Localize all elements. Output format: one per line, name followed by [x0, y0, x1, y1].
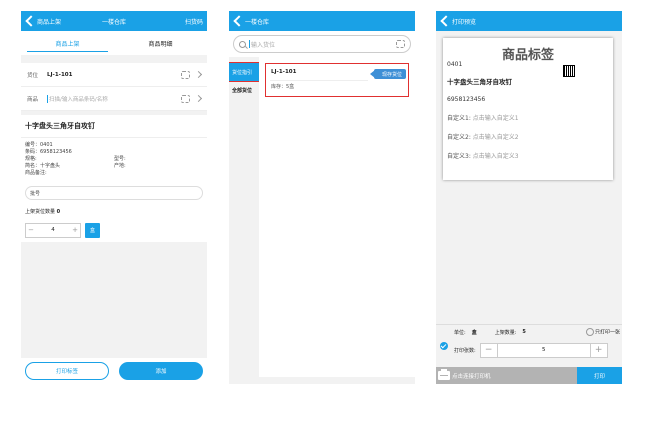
shelf-qty-value: 0	[56, 209, 61, 215]
search-icon	[239, 40, 246, 48]
sidebar-item-guide[interactable]: 货位指引	[229, 62, 260, 82]
print-info-row: 单位: 盒 上架数量: 5 只打印一张	[436, 325, 622, 339]
check-icon[interactable]	[440, 342, 448, 350]
print-preview-screen: 打印预览 商品标签 0401 十字盘头三角牙自攻钉 6958123456 自定义…	[436, 11, 622, 384]
search-placeholder: 输入货位	[251, 41, 276, 49]
sidebar-item-all[interactable]: 全部货位	[229, 81, 259, 99]
back-arrow-icon[interactable]	[440, 15, 450, 27]
minus-icon[interactable]: −	[481, 344, 497, 357]
custom-field-3[interactable]: 自定义3: 点击输入自定义3	[447, 151, 609, 160]
label-barcode: 6958123456	[447, 96, 486, 103]
product-info: 编号：0401 条码：6958123456 规格: 型号: 简名：十字盘头 产地…	[21, 137, 207, 181]
chevron-right-icon[interactable]	[194, 94, 203, 103]
tab-details[interactable]: 商品明细	[114, 31, 207, 55]
bottom-actions: 打印标签 添加	[21, 358, 207, 384]
shelving-screen: 商品上架 一楼仓库 扫货码 商品上架 商品明细 货位 LJ-1-101 商品 扫…	[21, 11, 207, 384]
product-name: 十字盘头三角牙自攻钉	[21, 115, 207, 137]
product-number: 编号：0401	[25, 142, 53, 148]
radio-icon[interactable]	[585, 328, 594, 336]
header-bar: 打印预览	[436, 11, 622, 31]
current-location-tag: 现存货位	[369, 69, 406, 79]
copies-value[interactable]: 5	[496, 343, 591, 357]
unit-button[interactable]: 盒	[85, 222, 100, 238]
product-input[interactable]: 扫描/输入商品条码/名称	[47, 94, 181, 103]
minus-icon[interactable]: −	[26, 226, 36, 234]
qty-label: 上架数量:	[494, 329, 517, 336]
scan-code-button[interactable]: 扫货码	[185, 17, 203, 26]
shelf-qty-line: 上架货位数量 0	[21, 205, 207, 218]
unit-label: 单位:	[454, 329, 466, 336]
product-row[interactable]: 商品 扫描/输入商品条码/名称	[21, 87, 207, 111]
location-list: LJ-1-101 库存：5盒 现存货位	[259, 57, 415, 377]
copies-label: 打印张数:	[454, 347, 476, 354]
back-arrow-icon[interactable]	[25, 15, 35, 27]
label-preview: 商品标签 0401 十字盘头三角牙自攻钉 6958123456 自定义1: 点击…	[443, 38, 613, 180]
location-row[interactable]: 货位 LJ-1-101	[21, 63, 207, 87]
print-label-button[interactable]: 打印标签	[25, 362, 109, 380]
product-barcode: 条码：6958123456	[25, 149, 72, 155]
print-bottom-bar: 点击连接打印机 打印	[436, 367, 622, 384]
header-bar: 一楼仓库	[229, 11, 415, 31]
custom-field-1[interactable]: 自定义1: 点击输入自定义1	[447, 113, 609, 122]
print-settings-panel: 单位: 盒 上架数量: 5 只打印一张 打印张数: − 5 + 点击连接打印机 …	[436, 324, 622, 384]
location-body: 货位指引 全部货位 LJ-1-101 库存：5盒 现存货位	[229, 57, 415, 377]
product-model: 型号:	[114, 156, 126, 162]
add-button[interactable]: 添加	[119, 362, 203, 380]
custom-field-2[interactable]: 自定义2: 点击输入自定义2	[447, 132, 609, 141]
copies-stepper: − 5 +	[479, 342, 608, 358]
location-select-screen: 一楼仓库 输入货位 货位指引 全部货位 LJ-1-101 库存：5盒 现存货位	[229, 11, 415, 384]
tab-shelving[interactable]: 商品上架	[21, 31, 114, 55]
scan-icon[interactable]	[181, 94, 190, 103]
location-label: 货位	[27, 72, 39, 79]
quantity-value[interactable]: 4	[36, 227, 70, 233]
scan-icon[interactable]	[181, 70, 190, 79]
printer-icon	[438, 369, 450, 380]
scan-icon[interactable]	[396, 40, 405, 48]
page-title: 打印预览	[452, 18, 477, 26]
location-card[interactable]: LJ-1-101 库存：5盒 现存货位	[265, 63, 409, 97]
custom-field-1-hint[interactable]: 点击输入自定义1	[473, 115, 519, 122]
print-one-label: 只打印一张	[594, 329, 620, 336]
custom-field-2-hint[interactable]: 点击输入自定义2	[473, 134, 519, 141]
search-input[interactable]: 输入货位	[233, 35, 411, 53]
product-origin: 产地:	[114, 163, 126, 169]
product-spec: 规格:	[25, 156, 37, 162]
location-value: LJ-1-101	[47, 71, 73, 78]
print-one-toggle[interactable]: 只打印一张	[585, 328, 620, 336]
unit-value: 盒	[471, 329, 477, 336]
quantity-stepper: − 4 + 盒	[21, 218, 207, 242]
custom-field-2-label: 自定义2:	[447, 134, 471, 141]
plus-icon[interactable]: +	[591, 344, 607, 357]
label-product-name: 十字盘头三角牙自攻钉	[447, 78, 512, 86]
location-sidebar: 货位指引 全部货位	[229, 57, 260, 377]
custom-field-3-hint[interactable]: 点击输入自定义3	[473, 153, 519, 160]
plus-icon[interactable]: +	[70, 226, 80, 234]
search-bar: 输入货位	[229, 31, 415, 57]
product-note: 商品备注:	[25, 170, 47, 176]
divider	[270, 80, 368, 81]
text-caret	[249, 40, 250, 48]
product-brand: 简名：十字盘头	[25, 163, 61, 169]
back-label[interactable]: 商品上架	[37, 17, 61, 26]
custom-field-1-label: 自定义1:	[447, 115, 471, 122]
print-button[interactable]: 打印	[577, 367, 622, 384]
batch-input[interactable]: 批号	[25, 186, 203, 200]
header-bar: 商品上架 一楼仓库 扫货码	[21, 11, 207, 31]
location-stock: 库存：5盒	[271, 84, 295, 90]
connect-printer-label: 点击连接打印机	[452, 373, 491, 380]
connect-printer-button[interactable]: 点击连接打印机	[436, 367, 577, 384]
qr-code-icon	[563, 65, 575, 77]
back-arrow-icon[interactable]	[233, 15, 243, 27]
chevron-right-icon[interactable]	[194, 70, 203, 79]
product-label: 商品	[27, 96, 39, 103]
shelving-form: 货位 LJ-1-101 商品 扫描/输入商品条码/名称	[21, 63, 207, 111]
qty-value: 5	[522, 329, 526, 335]
page-title: 一楼仓库	[245, 18, 270, 26]
copies-row: 打印张数: − 5 +	[436, 339, 622, 361]
custom-field-3-label: 自定义3:	[447, 153, 471, 160]
shelf-qty-label: 上架货位数量	[25, 209, 56, 215]
tab-bar: 商品上架 商品明细	[21, 31, 207, 55]
